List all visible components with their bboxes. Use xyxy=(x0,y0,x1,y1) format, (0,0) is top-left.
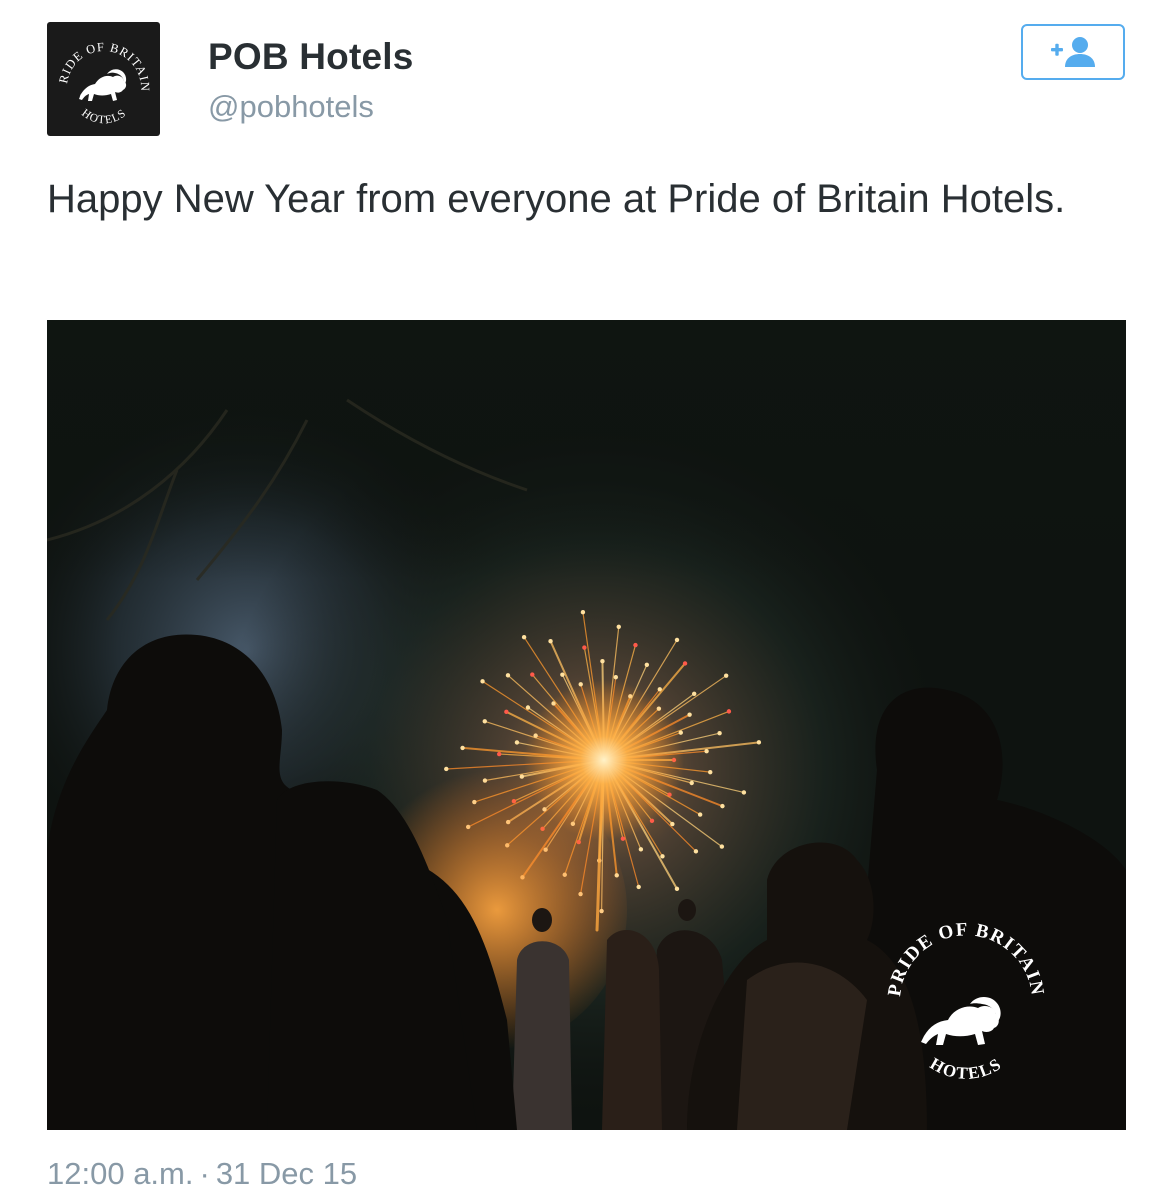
pob-logo-icon: PRIDE OF BRITAIN HOTELS xyxy=(47,22,151,126)
tweet-timestamp[interactable]: 12:00 a.m. · 31 Dec 15 xyxy=(47,1156,357,1192)
tweet-photo[interactable]: PRIDE OF BRITAIN HOTELS xyxy=(47,320,1126,1130)
account-handle[interactable]: @pobhotels xyxy=(208,89,374,125)
display-name[interactable]: POB Hotels xyxy=(208,36,414,78)
follow-button[interactable] xyxy=(1021,24,1125,80)
avatar-logo-bottom-text: HOTELS xyxy=(79,107,127,126)
add-user-icon xyxy=(1051,37,1095,67)
svg-text:HOTELS: HOTELS xyxy=(79,107,128,126)
tweet-time: 12:00 a.m. xyxy=(47,1156,194,1191)
tweet-date: 31 Dec 15 xyxy=(215,1156,358,1191)
meta-separator: · xyxy=(199,1156,210,1191)
tweet-text: Happy New Year from everyone at Pride of… xyxy=(47,177,1066,221)
fireworks-photo: PRIDE OF BRITAIN HOTELS xyxy=(47,320,1126,1130)
avatar[interactable]: PRIDE OF BRITAIN HOTELS xyxy=(47,22,160,136)
lion-icon xyxy=(79,69,127,101)
